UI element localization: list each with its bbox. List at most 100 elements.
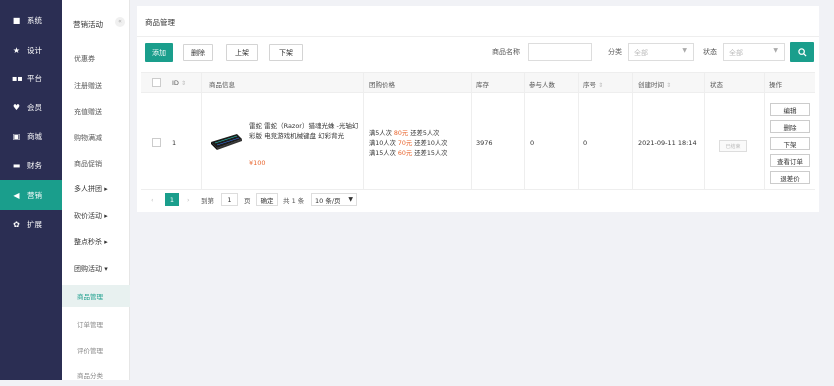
search-icon bbox=[797, 47, 807, 57]
page-1-button[interactable]: 1 bbox=[165, 193, 179, 206]
subnav-item-coupon[interactable]: 优惠券 bbox=[62, 48, 130, 70]
puzzle-icon: ✿ bbox=[13, 219, 20, 229]
col-id-label: ID bbox=[172, 79, 179, 87]
sidebar-item-extend[interactable]: ✿ 扩展 bbox=[0, 209, 62, 239]
column-divider bbox=[704, 73, 705, 94]
col-status: 状态 bbox=[710, 81, 723, 89]
col-actions: 操作 bbox=[769, 81, 782, 89]
column-divider bbox=[764, 94, 765, 190]
tier-price: 80元 bbox=[393, 130, 409, 137]
prev-page-button[interactable]: ‹ bbox=[151, 193, 154, 206]
view-orders-button[interactable]: 查看订单 bbox=[770, 154, 810, 167]
shelve-button[interactable]: 上架 bbox=[226, 44, 258, 61]
divider bbox=[137, 36, 819, 37]
sidebar-item-label: 平台 bbox=[27, 73, 42, 83]
goto-page-input[interactable]: 1 bbox=[221, 193, 238, 206]
monitor-icon: ■ bbox=[12, 15, 21, 25]
column-divider bbox=[201, 94, 202, 190]
row-stock: 3976 bbox=[476, 139, 493, 147]
goto-label: 到第 bbox=[201, 196, 214, 205]
tier-remaining: 还差10人次 bbox=[414, 140, 448, 147]
subnav-group-group-buy[interactable]: 多人拼团 ▸ bbox=[62, 178, 130, 200]
tier-condition: 满10人次 bbox=[369, 140, 396, 147]
sidebar-item-mall[interactable]: ▣ 商城 bbox=[0, 121, 62, 151]
sidebar-item-label: 商城 bbox=[27, 131, 42, 141]
tier-remaining: 还差15人次 bbox=[414, 150, 448, 157]
subnav-group-flash-sale[interactable]: 整点秒杀 ▸ bbox=[62, 231, 130, 253]
col-sort[interactable]: 序号 ⇕ bbox=[583, 79, 603, 89]
sidebar-item-label: 营销 bbox=[27, 190, 42, 200]
sidebar-item-label: 设计 bbox=[27, 45, 42, 55]
subnav-item-product-manage[interactable]: 商品管理 bbox=[62, 285, 130, 307]
sidebar-item-design[interactable]: ★ 设计 bbox=[0, 35, 62, 65]
status-select[interactable]: 全部 ▼ bbox=[723, 43, 785, 61]
store-icon: ▣ bbox=[12, 131, 21, 141]
page-unit-label: 页 bbox=[244, 196, 251, 205]
category-value: 全部 bbox=[634, 49, 648, 57]
price-tier: 满10人次 70元 还差10人次 bbox=[369, 140, 447, 148]
tier-price: 70元 bbox=[397, 140, 413, 147]
column-divider bbox=[578, 73, 579, 94]
subnav: 营销活动 « 优惠券 注册赠送 充值赠送 购物满减 商品促销 多人拼团 ▸ 砍价… bbox=[62, 0, 130, 380]
column-divider bbox=[363, 73, 364, 94]
row-checkbox[interactable] bbox=[152, 138, 161, 147]
tier-condition: 满15人次 bbox=[369, 150, 396, 157]
refund-difference-button[interactable]: 退差价 bbox=[770, 171, 810, 184]
chevron-down-icon: ▼ bbox=[773, 47, 778, 54]
subnav-group-bargain[interactable]: 砍价活动 ▸ bbox=[62, 205, 130, 227]
column-divider bbox=[201, 73, 202, 94]
sidebar-item-platform[interactable]: ▪▪ 平台 bbox=[0, 63, 62, 93]
sidebar-item-label: 会员 bbox=[27, 102, 42, 112]
total-count: 共 1 条 bbox=[283, 196, 305, 205]
row-unshelve-button[interactable]: 下架 bbox=[770, 137, 810, 150]
megaphone-icon: ◀ bbox=[13, 190, 20, 200]
sidebar-item-marketing[interactable]: ◀ 营销 bbox=[0, 180, 62, 210]
table-header: ID ⇕ 商品信息 团购价格 库存 参与人数 序号 ⇕ 创建时间 ⇕ 状态 操作 bbox=[141, 72, 815, 94]
column-divider bbox=[524, 73, 525, 94]
collapse-icon[interactable]: « bbox=[115, 17, 125, 27]
subnav-item-review-manage[interactable]: 评价管理 bbox=[62, 339, 130, 361]
col-stock: 库存 bbox=[476, 81, 489, 89]
subnav-item-register-gift[interactable]: 注册赠送 bbox=[62, 75, 130, 97]
subnav-title: 营销活动 « bbox=[62, 9, 130, 39]
page-size-select[interactable]: 10 条/页 ▼ bbox=[311, 193, 357, 206]
column-divider bbox=[578, 94, 579, 190]
column-divider bbox=[471, 94, 472, 190]
unshelve-button[interactable]: 下架 bbox=[269, 44, 303, 61]
search-button[interactable] bbox=[790, 42, 814, 62]
delete-button[interactable]: 删除 bbox=[183, 44, 213, 61]
next-page-button[interactable]: › bbox=[187, 193, 190, 206]
product-image[interactable] bbox=[209, 128, 243, 154]
row-id: 1 bbox=[172, 139, 177, 147]
tier-condition: 满5人次 bbox=[369, 130, 392, 137]
product-name-input[interactable] bbox=[528, 43, 592, 61]
subnav-item-recharge-gift[interactable]: 充值赠送 bbox=[62, 101, 130, 123]
subnav-title-text: 营销活动 bbox=[73, 19, 103, 29]
add-button[interactable]: 添加 bbox=[145, 43, 173, 62]
col-id[interactable]: ID ⇕ bbox=[172, 79, 186, 87]
sort-icon: ⇕ bbox=[181, 80, 187, 87]
product-name[interactable]: 雷蛇 雷蛇（Razor）猎魂光蛛 -光轴幻彩版 电竞游戏机械键盘 幻彩背光 bbox=[249, 122, 361, 141]
chevron-down-icon: ▼ bbox=[348, 196, 353, 203]
row-delete-button[interactable]: 删除 bbox=[770, 120, 810, 133]
subnav-item-order-manage[interactable]: 订单管理 bbox=[62, 313, 130, 335]
status-value: 全部 bbox=[729, 49, 743, 57]
subnav-group-team-buy[interactable]: 团购活动 ▾ bbox=[62, 258, 130, 280]
status-label: 状态 bbox=[703, 48, 717, 56]
subnav-item-category[interactable]: 商品分类 bbox=[62, 364, 130, 386]
chevron-down-icon: ▼ bbox=[682, 47, 687, 54]
subnav-item-full-reduction[interactable]: 购物满减 bbox=[62, 127, 130, 149]
table-row: 1 雷蛇 雷蛇（Razor）猎魂光蛛 -光轴幻彩版 电竞游戏机械键盘 幻彩背光 … bbox=[141, 94, 815, 190]
goto-confirm-button[interactable]: 确定 bbox=[256, 193, 278, 206]
sidebar-item-system[interactable]: ■ 系统 bbox=[0, 5, 62, 35]
select-all-checkbox[interactable] bbox=[152, 78, 161, 87]
row-participants: 0 bbox=[530, 139, 535, 147]
price-tier: 满5人次 80元 还差5人次 bbox=[369, 130, 439, 138]
edit-button[interactable]: 编辑 bbox=[770, 103, 810, 116]
category-select[interactable]: 全部 ▼ bbox=[628, 43, 694, 61]
col-created[interactable]: 创建时间 ⇕ bbox=[638, 79, 671, 89]
sidebar-item-finance[interactable]: ▬ 财务 bbox=[0, 150, 62, 180]
sidebar-item-member[interactable]: ♥ 会员 bbox=[0, 92, 62, 122]
col-price: 团购价格 bbox=[369, 81, 395, 89]
subnav-item-promotion[interactable]: 商品促销 bbox=[62, 153, 130, 175]
